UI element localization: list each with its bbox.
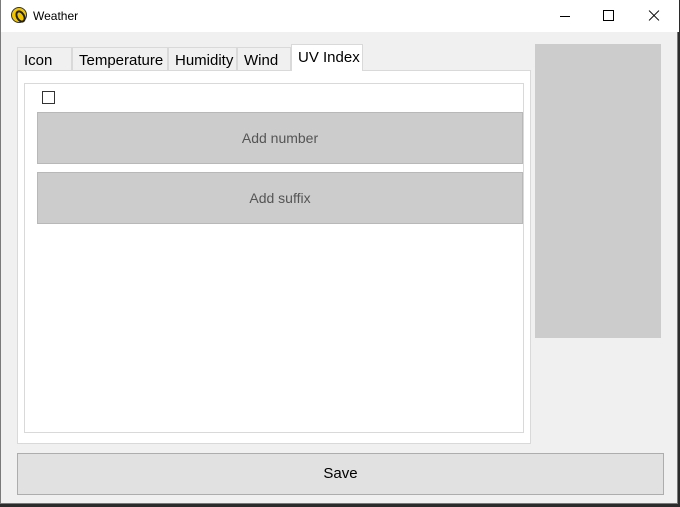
app-logo-icon — [11, 7, 27, 23]
preview-panel — [535, 44, 661, 338]
uv-index-panel: Add number Add suffix — [17, 70, 531, 444]
tab-uv-index[interactable]: UV Index — [291, 44, 363, 71]
add-number-button[interactable]: Add number — [37, 112, 523, 164]
weather-window: Weather Icon Temperature Humidity Wind U… — [0, 0, 679, 504]
maximize-icon[interactable] — [585, 0, 631, 32]
uv-group-box: Add number Add suffix — [24, 83, 524, 433]
close-icon[interactable] — [631, 0, 677, 32]
save-button[interactable]: Save — [17, 453, 664, 495]
tab-temperature[interactable]: Temperature — [72, 47, 168, 71]
title-bar[interactable]: Weather — [1, 0, 679, 32]
uv-enabled-checkbox[interactable] — [42, 91, 55, 104]
tab-wind[interactable]: Wind — [237, 47, 291, 71]
window-title: Weather — [33, 9, 79, 23]
add-suffix-button[interactable]: Add suffix — [37, 172, 523, 224]
tab-humidity[interactable]: Humidity — [168, 47, 237, 71]
minimize-icon[interactable] — [542, 0, 588, 32]
tab-icon[interactable]: Icon — [17, 47, 72, 71]
